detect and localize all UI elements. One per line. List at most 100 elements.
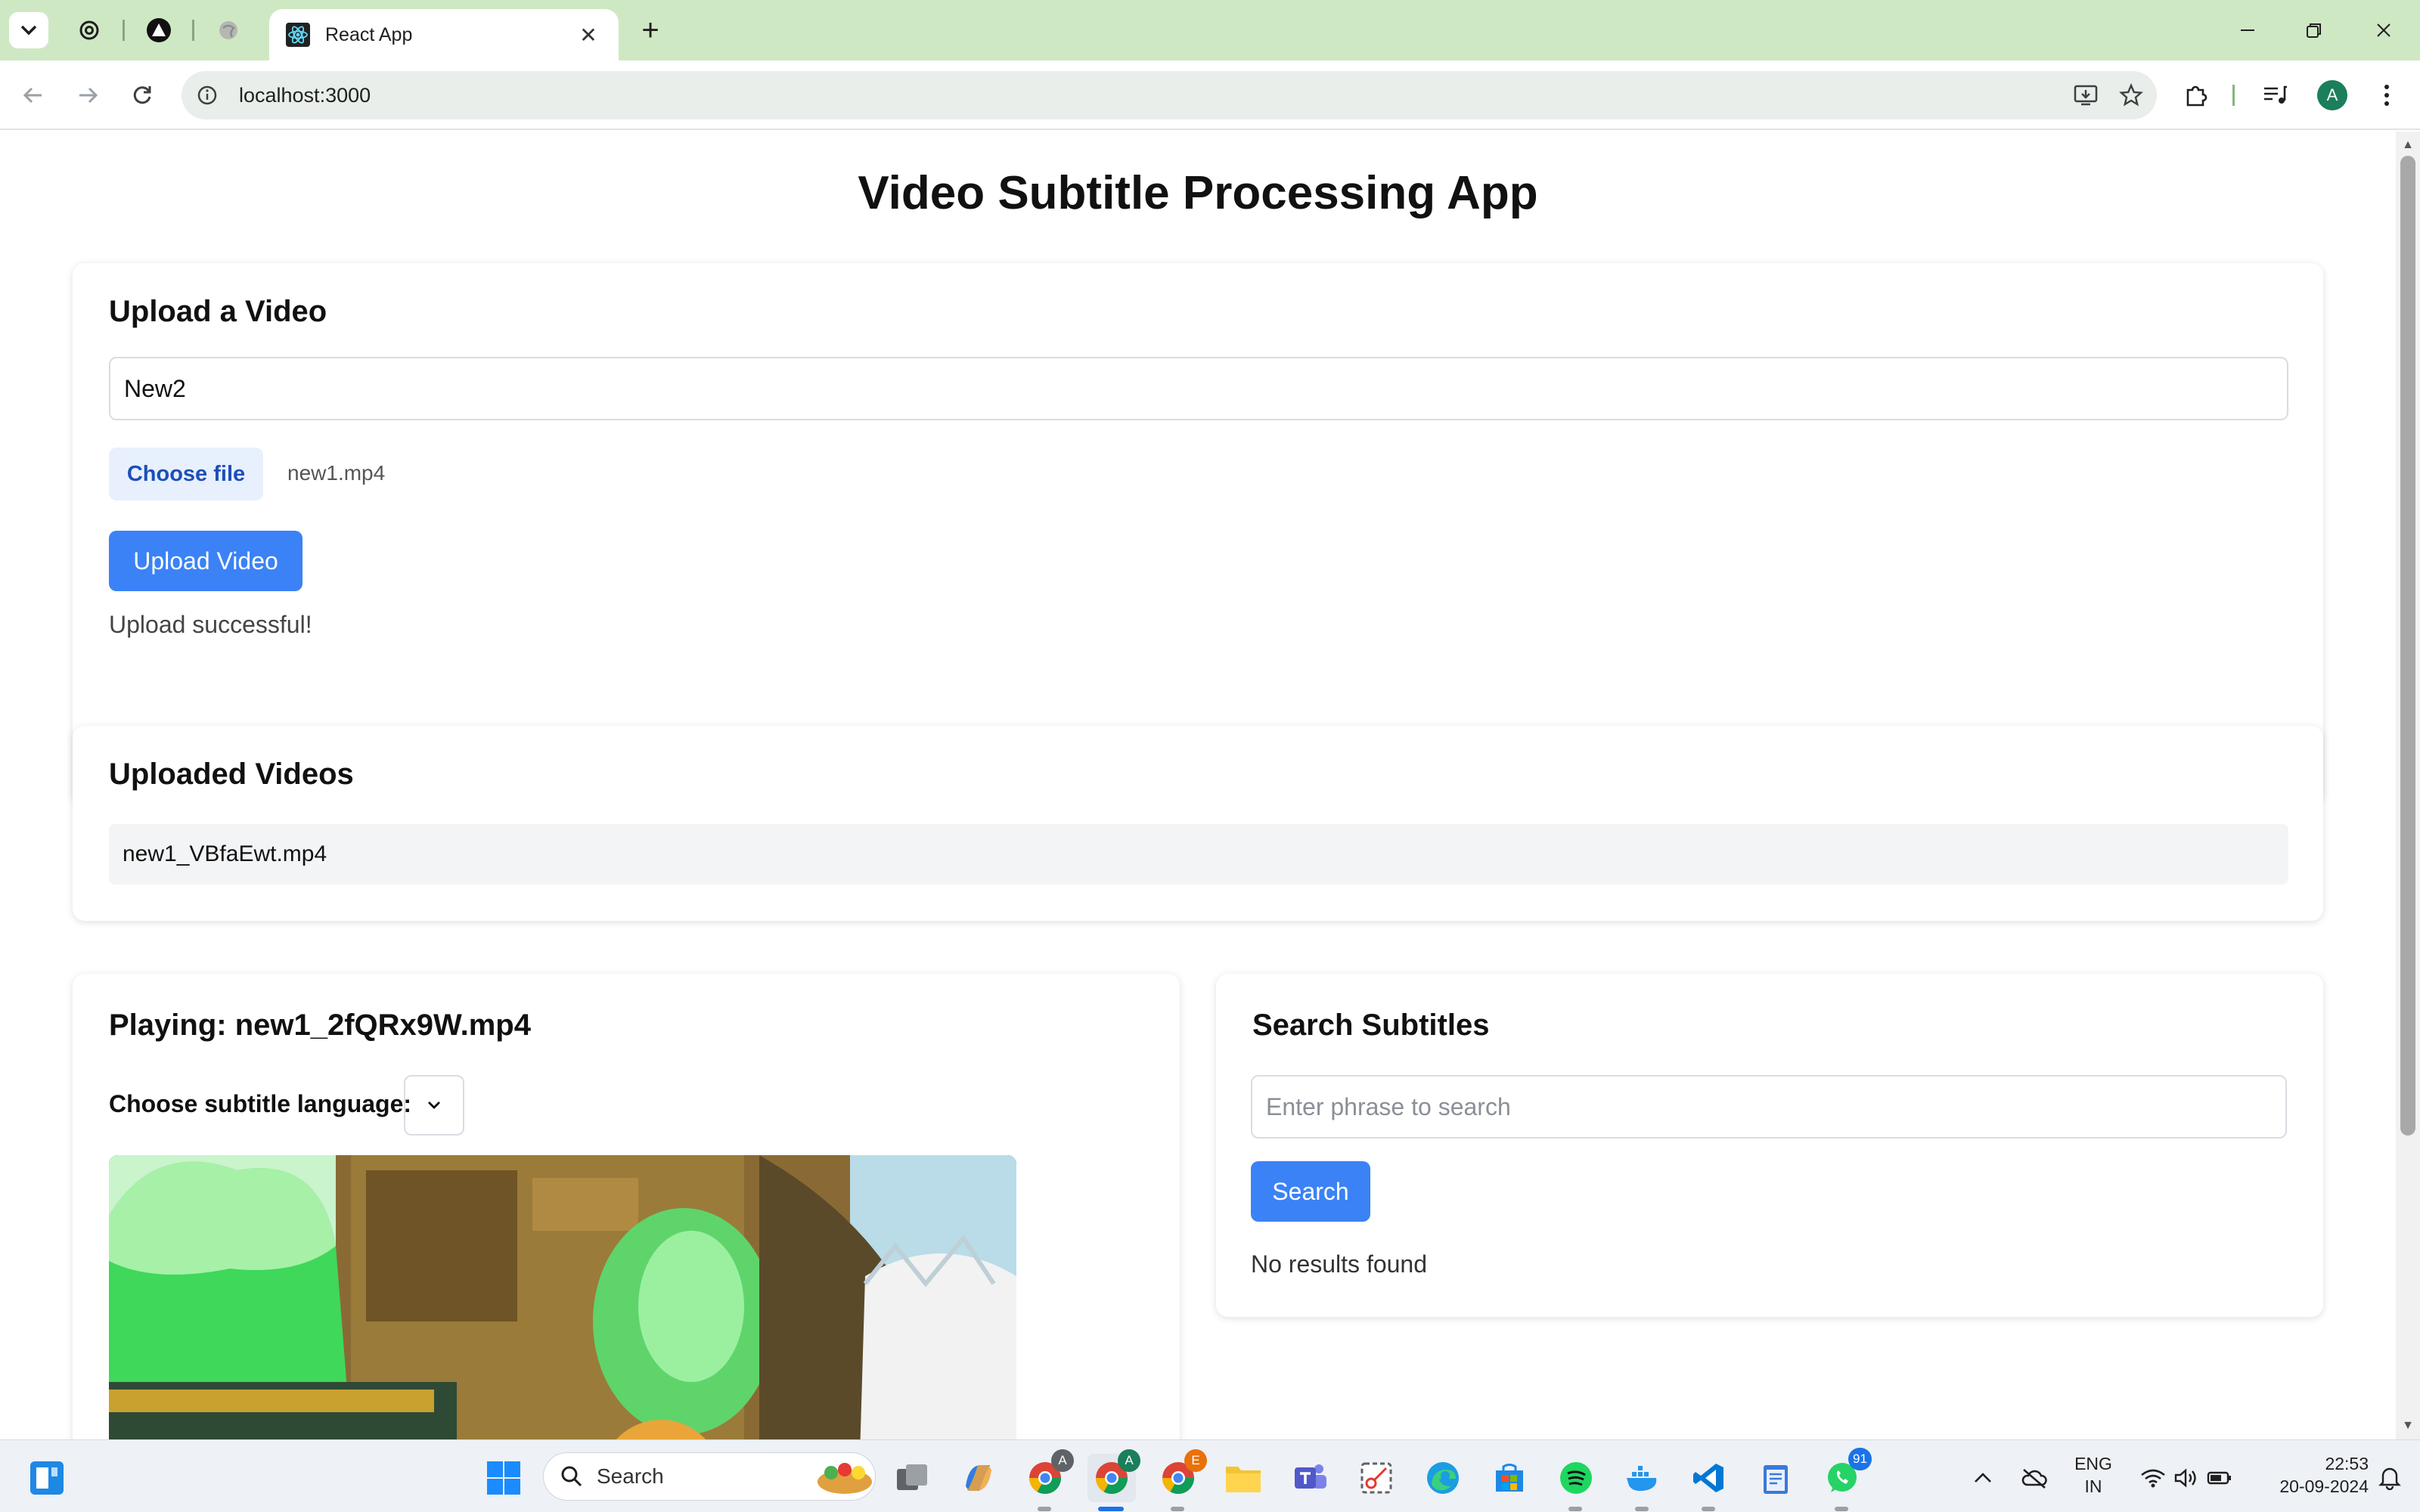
windows-taskbar: Search A A E 91 ENG IN 22:53 20-09-2024	[0, 1439, 2420, 1512]
pinned-tab-globe[interactable]	[204, 12, 253, 48]
task-view-icon	[897, 1464, 927, 1490]
running-indicator	[1635, 1507, 1649, 1511]
copilot-button[interactable]	[954, 1454, 1003, 1502]
chrome-profile-1-button[interactable]: A	[1021, 1449, 1074, 1502]
restore-icon	[2307, 23, 2321, 38]
screen: React App ✕ + localhost:3000 A Video Sub…	[0, 0, 2420, 1512]
close-icon[interactable]: ✕	[575, 23, 602, 48]
chrome-menu-button[interactable]	[2367, 76, 2406, 115]
input-language-indicator[interactable]: ENG IN	[2069, 1452, 2118, 1498]
chrome-profile-2-button[interactable]: A	[1087, 1449, 1140, 1502]
media-queue-icon	[2264, 85, 2287, 104]
search-button[interactable]: Search	[1251, 1161, 1370, 1222]
taskbar-search-label: Search	[597, 1464, 664, 1488]
teams-button[interactable]	[1286, 1454, 1334, 1502]
spotify-button[interactable]	[1552, 1454, 1600, 1502]
profile-avatar[interactable]: A	[2317, 80, 2347, 110]
minimize-button[interactable]	[2219, 11, 2276, 50]
clock-time: 22:53	[2325, 1454, 2369, 1473]
language-code: ENG	[2074, 1454, 2112, 1473]
vscode-button[interactable]	[1685, 1454, 1733, 1502]
snipping-tool-icon	[1360, 1462, 1392, 1494]
clock[interactable]: 22:53 20-09-2024	[2255, 1452, 2369, 1498]
running-indicator	[1702, 1507, 1715, 1511]
media-controls-button[interactable]	[2255, 76, 2294, 115]
task-view-button[interactable]	[888, 1454, 936, 1502]
tab-react-app[interactable]: React App ✕	[269, 9, 619, 60]
info-icon	[197, 85, 217, 105]
scroll-up-icon[interactable]: ▲	[2396, 135, 2420, 156]
chrome-profile-3-button[interactable]: E	[1154, 1449, 1207, 1502]
bookmark-button[interactable]	[2111, 76, 2151, 115]
battery-icon	[2207, 1471, 2231, 1485]
site-info-button[interactable]	[188, 76, 227, 115]
spotify-icon	[1560, 1462, 1592, 1494]
cloud-off-icon	[2021, 1469, 2047, 1489]
new-tab-button[interactable]: +	[631, 12, 670, 48]
tab-search-button[interactable]	[9, 12, 48, 48]
back-button[interactable]	[14, 76, 53, 115]
close-window-button[interactable]	[2355, 11, 2412, 50]
openai-icon	[79, 20, 99, 40]
clock-date: 20-09-2024	[2279, 1476, 2369, 1496]
whatsapp-unread-badge: 91	[1848, 1448, 1872, 1470]
page-title: Video Subtitle Processing App	[858, 167, 1538, 219]
chevron-down-icon	[20, 25, 37, 36]
reload-button[interactable]	[123, 76, 162, 115]
video-title-input[interactable]: New2	[109, 357, 2288, 420]
extensions-button[interactable]	[2176, 76, 2216, 115]
file-explorer-button[interactable]	[1219, 1454, 1267, 1502]
browser-tab-strip: React App ✕ +	[0, 0, 2420, 60]
taskbar-search-box[interactable]: Search	[543, 1452, 876, 1501]
video-player[interactable]	[109, 1155, 1016, 1439]
start-button[interactable]	[479, 1454, 528, 1502]
search-icon	[561, 1466, 582, 1487]
globe-icon	[219, 21, 237, 39]
vscode-icon	[1693, 1464, 1723, 1492]
page-scrollbar[interactable]: ▲ ▼	[2396, 132, 2420, 1439]
choose-file-button[interactable]: Choose file	[109, 448, 263, 500]
folder-icon	[1226, 1467, 1261, 1492]
puzzle-icon	[2186, 85, 2207, 107]
video-frame-image	[109, 1155, 1016, 1439]
show-hidden-icons-button[interactable]	[1963, 1454, 2003, 1502]
upload-heading: Upload a Video	[109, 295, 327, 328]
notepad-button[interactable]	[1751, 1454, 1800, 1502]
address-bar[interactable]: localhost:3000	[182, 71, 2157, 119]
install-app-button[interactable]	[2066, 76, 2105, 115]
chevron-up-icon	[1975, 1473, 1991, 1483]
upload-card: Upload a Video New2 Choose file new1.mp4…	[73, 263, 2323, 804]
subtitle-search-input[interactable]: Enter phrase to search	[1251, 1075, 2287, 1139]
active-app-indicator	[1098, 1507, 1124, 1511]
pinned-tab-chatgpt[interactable]	[65, 12, 113, 48]
wifi-icon	[2141, 1469, 2165, 1488]
whatsapp-button[interactable]: 91	[1818, 1448, 1872, 1502]
restore-button[interactable]	[2285, 11, 2343, 50]
notifications-button[interactable]	[2370, 1454, 2409, 1502]
subtitle-language-label: Choose subtitle language:	[109, 1090, 412, 1117]
forward-button[interactable]	[68, 76, 107, 115]
docker-button[interactable]	[1618, 1454, 1667, 1502]
pinned-tab-vercel[interactable]	[135, 12, 183, 48]
tab-separator	[123, 20, 125, 41]
store-button[interactable]	[1485, 1454, 1534, 1502]
selected-file-name: new1.mp4	[287, 461, 386, 485]
teams-icon	[1295, 1464, 1326, 1489]
snipping-tool-button[interactable]	[1352, 1454, 1401, 1502]
onedrive-status-button[interactable]	[2015, 1454, 2054, 1502]
edge-button[interactable]	[1419, 1454, 1467, 1502]
uploaded-video-item[interactable]: new1_VBfaEwt.mp4	[109, 824, 2288, 885]
widgets-button[interactable]	[23, 1454, 71, 1502]
scrollbar-thumb[interactable]	[2400, 156, 2415, 1136]
scroll-down-icon[interactable]: ▼	[2396, 1415, 2420, 1436]
quick-settings-button[interactable]	[2130, 1454, 2243, 1502]
upload-video-button[interactable]: Upload Video	[109, 531, 302, 591]
browser-toolbar: localhost:3000	[0, 60, 2420, 130]
subtitle-language-select[interactable]	[404, 1075, 464, 1136]
running-indicator	[1835, 1507, 1848, 1511]
chrome-profile-badge: E	[1184, 1449, 1207, 1472]
running-indicator	[1038, 1507, 1051, 1511]
notepad-icon	[1764, 1465, 1788, 1494]
chrome-profile-badge: A	[1118, 1449, 1140, 1472]
react-icon	[286, 23, 310, 47]
